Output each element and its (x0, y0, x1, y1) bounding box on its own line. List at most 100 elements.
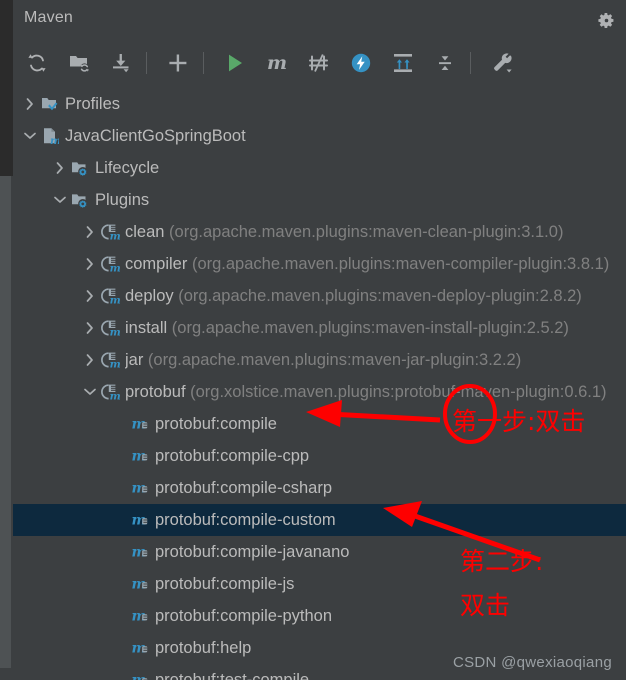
collapse-all-button[interactable] (427, 45, 463, 81)
tree-row-label: protobuf:help (155, 638, 252, 657)
maven-goal-icon: m (129, 664, 151, 680)
tree-row-label: Lifecycle (95, 158, 160, 177)
tree-row[interactable]: m deploy (org.apache.maven.plugins:maven-… (13, 280, 626, 312)
toggle-offline-mode-button[interactable] (343, 45, 379, 81)
maven-tool-window: Maven m Profiles JavaClientGoSpringBoot … (0, 0, 626, 680)
tree-row-coordinates: (org.apache.maven.plugins:maven-jar-plug… (143, 350, 522, 369)
tree-row-label: Profiles (65, 94, 121, 113)
tree-row[interactable]: m compiler (org.apache.maven.plugins:mave… (13, 248, 626, 280)
tree-expander-collapsed-icon[interactable] (51, 152, 69, 184)
tree-expander-placeholder (111, 568, 129, 600)
reload-all-maven-projects-button[interactable] (19, 45, 55, 81)
collapse-all-icon (439, 56, 451, 70)
maven-plugin-icon: m (99, 376, 121, 408)
maven-toolbar: m (13, 38, 626, 89)
tree-expander-expanded-icon[interactable] (81, 376, 99, 408)
folder-refresh-icon (70, 56, 90, 73)
vertical-scrollbar-thumb[interactable] (0, 176, 11, 668)
toolbar-separator (203, 52, 204, 74)
tree-expander-collapsed-icon[interactable] (81, 280, 99, 312)
maven-goal-icon: m (129, 568, 151, 600)
tree-row-label: deploy (org.apache.maven.plugins:maven-d… (125, 286, 582, 305)
add-maven-project-button[interactable] (160, 45, 196, 81)
watermark: CSDN @qwexiaoqiang (452, 654, 612, 671)
tree-row[interactable]: m clean (org.apache.maven.plugins:maven-c… (13, 216, 626, 248)
tree-row[interactable]: m protobuf:compile-js (13, 568, 626, 600)
tree-row[interactable]: m protobuf:compile-cpp (13, 440, 626, 472)
tree-row-coordinates: (org.xolstice.maven.plugins:protobuf-mav… (185, 382, 607, 401)
profiles-folder-icon (39, 88, 61, 120)
tree-row[interactable]: m install (org.apache.maven.plugins:maven… (13, 312, 626, 344)
svg-text:m: m (50, 135, 59, 145)
tree-expander-placeholder (111, 408, 129, 440)
tree-expander-collapsed-icon[interactable] (21, 88, 39, 120)
offline-bolt-icon (351, 53, 371, 73)
tree-expander-collapsed-icon[interactable] (81, 216, 99, 248)
tree-row-label: jar (org.apache.maven.plugins:maven-jar-… (125, 350, 522, 369)
tree-row-label: install (org.apache.maven.plugins:maven-… (125, 318, 569, 337)
maven-goal-icon: m (129, 600, 151, 632)
tree-row-label: protobuf:compile (155, 414, 277, 433)
tree-row[interactable]: m jar (org.apache.maven.plugins:maven-jar… (13, 344, 626, 376)
plus-icon (169, 54, 187, 72)
tree-expander-expanded-icon[interactable] (21, 120, 39, 152)
tree-row-coordinates: (org.apache.maven.plugins:maven-compiler… (187, 254, 610, 273)
tree-row[interactable]: m protobuf:compile-custom (13, 504, 626, 536)
tree-row[interactable]: Lifecycle (13, 152, 626, 184)
tree-row[interactable]: m protobuf (org.xolstice.maven.plugins:pr… (13, 376, 626, 408)
refresh-icon (28, 54, 46, 72)
tree-row-label: protobuf:compile-js (155, 574, 295, 593)
expand-all-button[interactable] (385, 45, 421, 81)
tree-row[interactable]: Plugins (13, 184, 626, 216)
tree-row[interactable]: Profiles (13, 88, 626, 120)
generate-sources-and-update-folders-button[interactable] (61, 45, 97, 81)
maven-project-icon: m (39, 120, 61, 152)
maven-plugin-icon: m (99, 344, 121, 376)
maven-plugin-icon: m (99, 216, 121, 248)
tree-row[interactable]: m protobuf:compile (13, 408, 626, 440)
svg-text:m: m (109, 230, 119, 242)
svg-text:m: m (267, 52, 287, 74)
maven-settings-button[interactable] (484, 45, 520, 81)
tree-row-label: compiler (org.apache.maven.plugins:maven… (125, 254, 610, 273)
tree-row[interactable]: m protobuf:compile-csharp (13, 472, 626, 504)
gear-icon[interactable] (594, 8, 618, 32)
run-green-triangle-icon (229, 54, 242, 72)
maven-goal-icon: m (129, 632, 151, 664)
tree-row[interactable]: m protobuf:compile-javanano (13, 536, 626, 568)
skip-tests-icon (309, 54, 328, 72)
tree-row[interactable]: m protobuf:compile-python (13, 600, 626, 632)
tree-row[interactable]: m JavaClientGoSpringBoot (13, 120, 626, 152)
tree-expander-placeholder (111, 472, 129, 504)
tree-row-label: JavaClientGoSpringBoot (65, 126, 246, 145)
tree-row-label: protobuf:compile-csharp (155, 478, 333, 497)
maven-project-tree[interactable]: Profiles m JavaClientGoSpringBoot Lifecycle… (13, 88, 626, 680)
tree-row-label: clean (org.apache.maven.plugins:maven-cl… (125, 222, 564, 241)
tree-row-coordinates: (org.apache.maven.plugins:maven-install-… (167, 318, 569, 337)
expand-all-icon (394, 54, 412, 72)
tree-expander-collapsed-icon[interactable] (81, 312, 99, 344)
tree-expander-collapsed-icon[interactable] (81, 344, 99, 376)
tree-expander-placeholder (111, 536, 129, 568)
maven-goal-icon: m (129, 472, 151, 504)
tree-row-label: protobuf (org.xolstice.maven.plugins:pro… (125, 382, 607, 401)
run-maven-build-button[interactable] (217, 45, 253, 81)
toggle-skip-tests-button[interactable] (301, 45, 337, 81)
download-sources-and-documentation-button[interactable] (103, 45, 139, 81)
page-title: Maven (24, 9, 74, 26)
plugins-folder-icon (69, 184, 91, 216)
svg-text:m: m (109, 262, 119, 274)
maven-m-icon: m (267, 52, 287, 74)
maven-goal-icon: m (129, 408, 151, 440)
tree-row-label: protobuf:compile-cpp (155, 446, 310, 465)
tool-window-header: Maven (13, 0, 626, 38)
maven-goal-icon: m (129, 536, 151, 568)
download-icon (113, 54, 129, 73)
tree-row-label: Plugins (95, 190, 150, 209)
tree-expander-collapsed-icon[interactable] (81, 248, 99, 280)
execute-maven-goal-button[interactable]: m (259, 45, 295, 81)
editor-gutter-strip (0, 0, 13, 176)
tree-row-coordinates: (org.apache.maven.plugins:maven-clean-pl… (164, 222, 564, 241)
maven-goal-icon: m (129, 440, 151, 472)
tree-expander-expanded-icon[interactable] (51, 184, 69, 216)
